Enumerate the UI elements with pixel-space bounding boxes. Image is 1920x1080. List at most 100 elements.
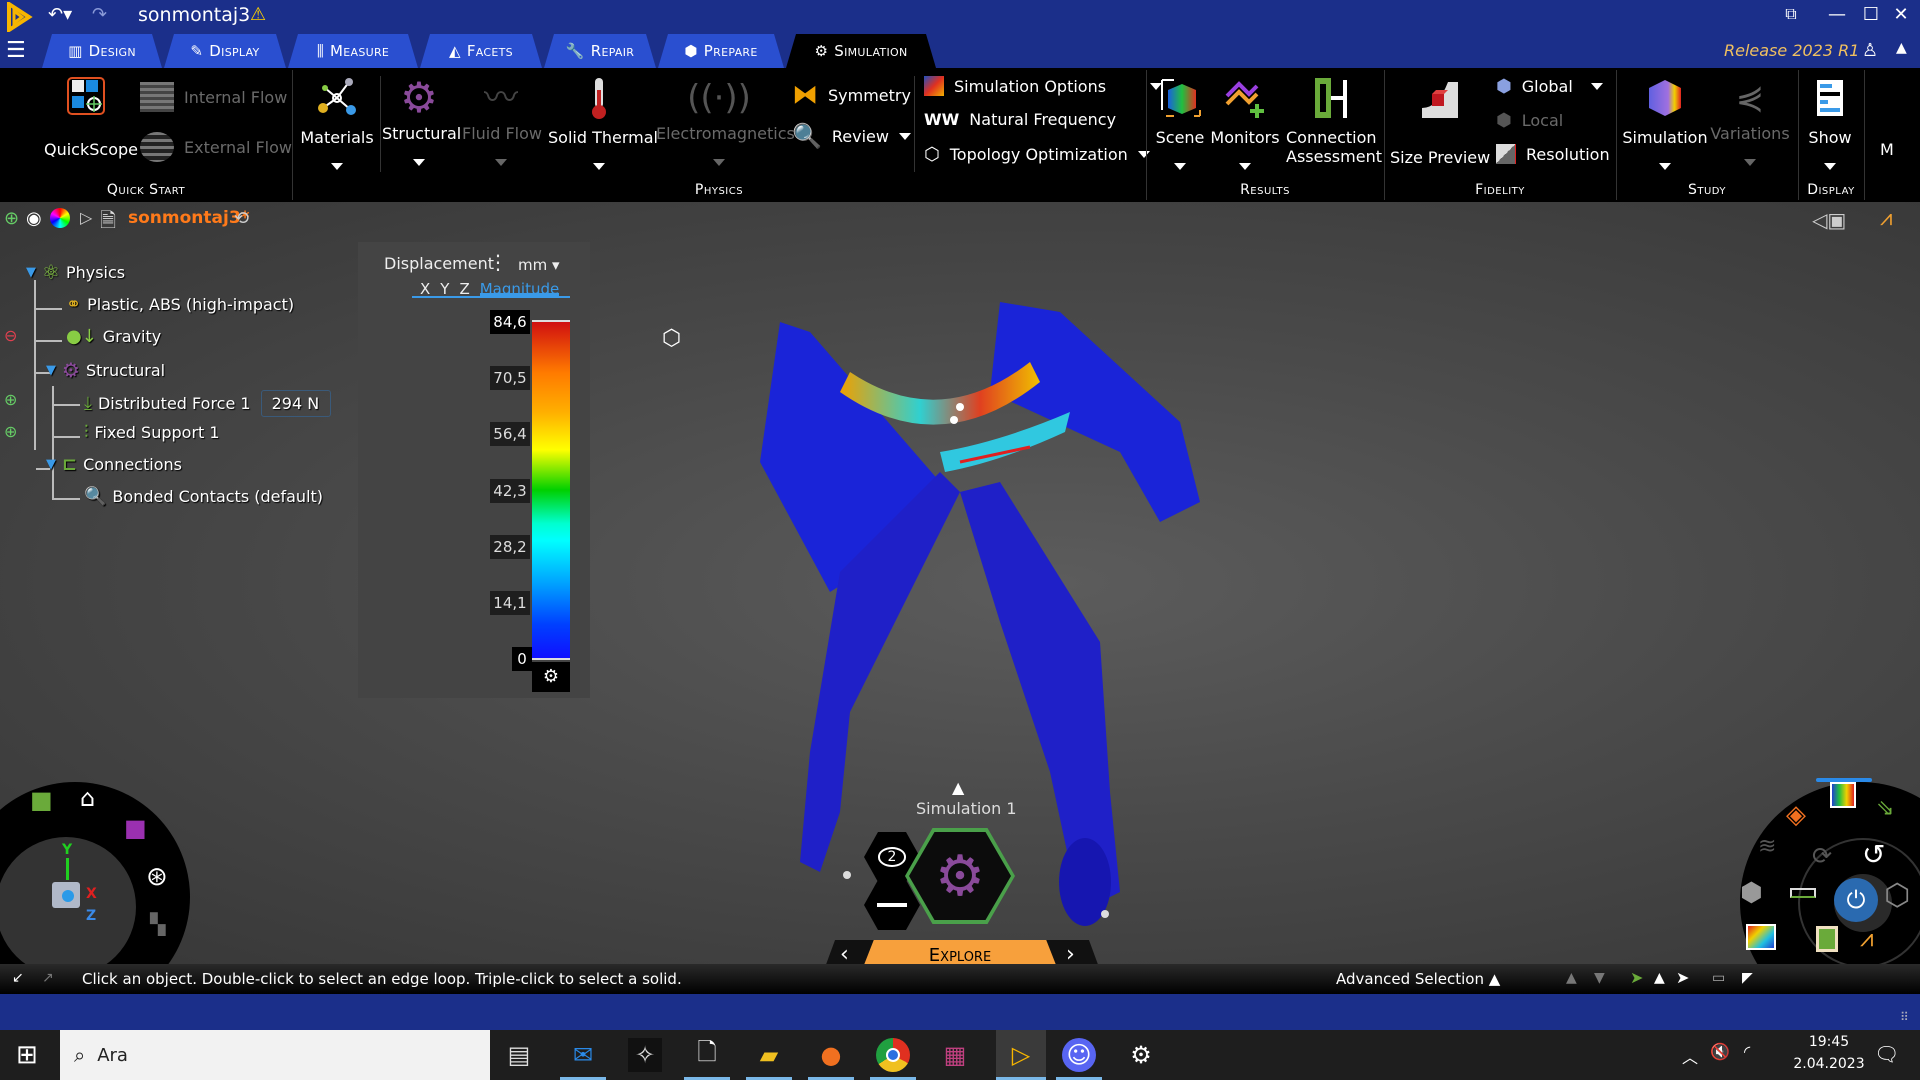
global-fidelity-button[interactable]: ⬢ Global (1496, 76, 1603, 97)
size-preview-button[interactable]: Size Preview (1390, 78, 1490, 167)
review-button[interactable]: 🔍 Review (792, 122, 911, 150)
quickscope-button[interactable]: QuickScope (44, 74, 138, 159)
solid-thermal-button[interactable]: Solid Thermal (548, 76, 658, 170)
tab-design[interactable]: ▥ Design (42, 34, 162, 68)
collapse-ribbon-icon[interactable]: ▲ (1896, 40, 1907, 56)
user-icon[interactable]: ♙ (1862, 40, 1878, 61)
component-y[interactable]: Y (440, 280, 449, 298)
legend-settings-gear-icon[interactable]: ⚙ (532, 662, 570, 692)
flow-lines-icon[interactable] (1746, 924, 1776, 950)
close-button[interactable]: ✕ (1886, 4, 1916, 25)
tree-item-structural[interactable]: ▼ ⚙ Structural (46, 358, 165, 382)
crosshair-icon[interactable]: ⊕ (4, 422, 17, 441)
more-ribbon-button[interactable]: M (1880, 140, 1894, 159)
clock-date[interactable]: 2.04.2023 (1776, 1056, 1882, 1072)
resize-grip-icon[interactable]: ⠿ (1900, 1010, 1909, 1024)
symmetry-button[interactable]: ⧓ Symmetry (792, 80, 911, 110)
select-mode-dropdown-icon[interactable]: ▲ (1654, 970, 1665, 986)
natural-frequency-button[interactable]: WW Natural Frequency (924, 110, 1116, 129)
external-flow-button[interactable]: External Flow (140, 132, 292, 162)
local-fidelity-button[interactable]: ⬢ Local (1496, 110, 1563, 131)
chrome-icon[interactable] (870, 1038, 916, 1080)
crosshair-icon[interactable]: ⊕ (4, 390, 17, 409)
tree-item-distributed-force[interactable]: ⤓ Distributed Force 1 294 N (84, 390, 331, 417)
component-magnitude[interactable]: Magnitude (479, 280, 560, 298)
tab-prepare[interactable]: ⬢ Prepare (658, 34, 784, 68)
maximize-button[interactable]: ☐ (1856, 4, 1886, 25)
purple-cube-icon[interactable]: ■ (124, 814, 147, 842)
layers-icon[interactable]: ⧉ (1776, 4, 1806, 24)
windows-start-icon[interactable]: ⊞ (16, 1040, 38, 1070)
wireframe-mesh-icon[interactable]: ⬡ (1884, 878, 1910, 913)
firefox-icon[interactable]: ● (808, 1038, 854, 1080)
suppressed-icon[interactable]: ⊖ (4, 326, 17, 345)
variations-button[interactable]: ⋞ Variations (1710, 76, 1790, 166)
internal-flow-button[interactable]: Internal Flow (140, 82, 287, 112)
minimize-button[interactable]: — (1822, 4, 1852, 25)
component-z[interactable]: Z (459, 280, 469, 298)
tree-item-fixed-support[interactable]: ⫶ Fixed Support 1 (84, 422, 220, 443)
home-view-icon[interactable]: ⌂ (80, 784, 95, 812)
force-value-field[interactable]: 294 N (260, 390, 331, 417)
select-tool-icon[interactable]: ➤ (1630, 968, 1643, 987)
select-back-icon[interactable]: ↙ (12, 970, 24, 986)
tab-measure[interactable]: ⫼ Measure (288, 34, 418, 68)
taskbar-search-box[interactable]: ⌕ Ara (60, 1030, 490, 1080)
connection-assessment-button[interactable]: Connection Assessment (1286, 76, 1382, 166)
volume-muted-icon[interactable]: 🔇 (1710, 1042, 1730, 1061)
layers-icon[interactable]: ◈ (1786, 800, 1806, 830)
steering-wheel-icon[interactable]: ⊛ (146, 862, 168, 892)
solve-power-button[interactable]: ⏻ (1834, 878, 1878, 922)
view-cube[interactable] (52, 882, 80, 908)
collapse-triangle-icon[interactable]: ▼ (46, 363, 56, 378)
smart-select-icon[interactable]: ➤ (1676, 968, 1689, 987)
unit-dropdown[interactable]: mm ▾ (518, 256, 560, 274)
advanced-selection-button[interactable]: Advanced Selection ▲ (1336, 970, 1500, 988)
topology-optimization-button[interactable]: ⬡ Topology Optimization (924, 144, 1150, 165)
hamburger-menu-icon[interactable]: ☰ (6, 38, 26, 63)
discovery-app-icon[interactable]: ▷ (996, 1030, 1046, 1080)
green-cube-icon[interactable]: ■ (30, 786, 53, 814)
task-view-icon[interactable]: ▤ (502, 1038, 536, 1072)
mail-app-icon[interactable]: ✉ (560, 1038, 606, 1080)
materials-button[interactable]: Materials (298, 76, 376, 170)
tree-item-gravity[interactable]: ●↓ Gravity (66, 326, 161, 347)
tree-item-bonded-contacts[interactable]: 🔍 Bonded Contacts (default) (84, 486, 323, 507)
cad-app-icon[interactable]: ✧ (628, 1038, 662, 1072)
resolution-button[interactable]: Resolution (1496, 144, 1610, 164)
tree-item-physics[interactable]: ▼ ⚛ Physics (26, 260, 125, 284)
clock-time[interactable]: 19:45 (1784, 1034, 1874, 1050)
3d-viewport[interactable]: ⊕ ◉ ▷ 🗎 sonmontaj3* ⟲ ▼ ⚛ Physics ⚭ Plas… (0, 202, 1920, 1022)
probe-marker-icon[interactable]: ⬡ (662, 326, 681, 351)
monitors-icon[interactable]: ⩘ (1860, 924, 1874, 952)
monitors-chart-icon[interactable]: ⩘ (1880, 206, 1892, 231)
panel-expand-icon[interactable]: ◁▣ (1812, 208, 1846, 232)
legend-options-icon[interactable]: ⋮ (488, 250, 508, 274)
wifi-icon[interactable]: ◜ (1744, 1042, 1750, 1061)
tab-repair[interactable]: 🔧 Repair (544, 34, 656, 68)
select-forward-icon[interactable]: ↗ (42, 970, 54, 986)
status-options-icon[interactable]: ◤ (1742, 970, 1753, 986)
previous-selection-icon[interactable]: ▲ (1566, 970, 1577, 986)
monitors-button[interactable]: Monitors (1210, 76, 1280, 170)
ruler-icon[interactable]: ▭ (1712, 970, 1725, 986)
tab-simulation[interactable]: ⚙ Simulation (786, 34, 936, 68)
electromagnetics-button[interactable]: ((·)) Electromagnetics (656, 76, 795, 166)
tree-item-material[interactable]: ⚭ Plastic, ABS (high-impact) (66, 294, 294, 315)
next-selection-icon[interactable]: ▼ (1594, 970, 1605, 986)
notepad-icon[interactable]: 🗋 (684, 1038, 730, 1080)
collapse-triangle-icon[interactable]: ▼ (26, 265, 36, 280)
play-cycle-icon[interactable]: ⟳ (1812, 842, 1832, 870)
tray-overflow-icon[interactable]: ︿ (1682, 1044, 1698, 1068)
simulation-options-button[interactable]: Simulation Options (924, 76, 1163, 96)
structural-button[interactable]: ⚙ Structural (382, 76, 461, 166)
redo-icon[interactable]: ↷ (92, 4, 107, 25)
legend-tick[interactable]: 0 (512, 647, 532, 671)
spectrum-cube-icon[interactable] (1830, 782, 1856, 808)
undo-icon[interactable]: ↶▾ (48, 4, 72, 25)
transfer-arrows-icon[interactable]: ⇘ (1876, 796, 1894, 821)
mesh-nodes-icon[interactable]: ⬢ (1740, 878, 1763, 908)
discord-icon[interactable]: ☺ (1056, 1038, 1102, 1080)
collapse-triangle-icon[interactable]: ▼ (46, 457, 56, 472)
expand-hud-icon[interactable]: ▲ (952, 778, 964, 797)
